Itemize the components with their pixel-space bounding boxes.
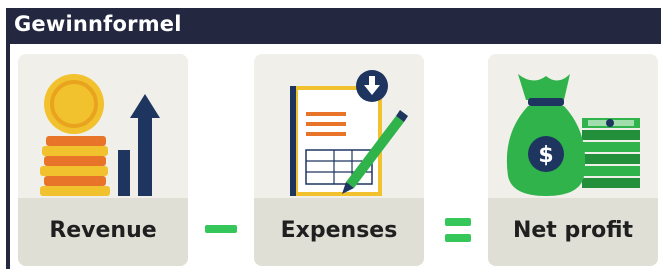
revenue-card: Revenue: [18, 54, 188, 266]
equals-icon: [445, 218, 471, 242]
coins-and-growth-chart-icon: [40, 74, 160, 196]
expenses-label: Expenses: [280, 218, 398, 243]
expenses-label-area: Expenses: [254, 198, 424, 266]
net-profit-label: Net profit: [512, 218, 634, 243]
revenue-label: Revenue: [49, 218, 157, 243]
header-bar: Gewinnformel: [6, 8, 661, 44]
minus-icon: [205, 225, 237, 233]
page-title: Gewinnformel: [14, 12, 182, 36]
money-bag-and-cash-icon: $: [506, 74, 640, 196]
svg-text:$: $: [538, 143, 553, 168]
revenue-label-area: Revenue: [18, 198, 188, 266]
net-profit-card: $ Net profit: [488, 54, 658, 266]
expenses-card: Expenses: [254, 54, 424, 266]
left-border-rule: [6, 44, 10, 269]
expense-report-with-pen-icon: [290, 70, 408, 196]
net-profit-label-area: Net profit: [488, 198, 658, 266]
